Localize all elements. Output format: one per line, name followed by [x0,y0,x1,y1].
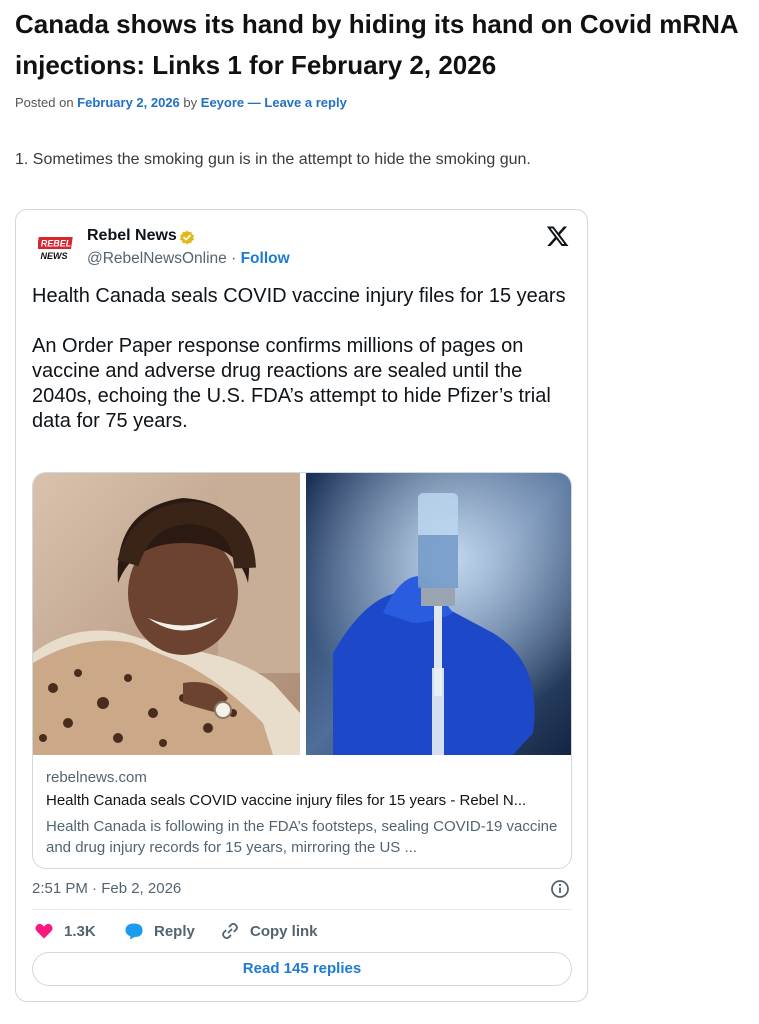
x-logo-icon[interactable] [546,224,570,248]
handle-text[interactable]: @RebelNewsOnline [87,250,227,267]
vaccine-photo [306,473,571,755]
tweet-text: Health Canada seals COVID vaccine injury… [32,284,577,459]
read-replies-button[interactable]: Read 145 replies [32,952,572,986]
svg-text:REBEL: REBEL [41,239,72,249]
by-label: by [183,95,198,110]
post-title: Canada shows its hand by hiding its hand… [15,9,738,80]
reply-label: Reply [154,922,195,940]
copy-link-button[interactable]: Copy link [220,921,318,941]
svg-text:NEWS: NEWS [41,251,68,261]
leave-reply-link[interactable]: Leave a reply [264,95,346,110]
card-domain: rebelnews.com [46,769,147,786]
heart-icon [35,923,53,939]
tweet-author-name[interactable]: Rebel News [87,227,177,245]
tweet-text-headline: Health Canada seals COVID vaccine injury… [32,285,566,307]
posted-on-label: Posted on [15,95,74,110]
like-count: 1.3K [64,922,96,940]
tweet-divider [32,909,572,910]
reply-button[interactable]: Reply [124,921,195,941]
reply-bubble-icon [125,923,143,940]
woman-photo [33,473,300,755]
tweet-text-body: An Order Paper response confirms million… [32,335,551,432]
info-icon[interactable] [550,879,570,899]
embedded-tweet[interactable]: REBEL NEWS Rebel News @RebelNewsOnline ·… [15,209,588,1002]
follow-button[interactable]: Follow [241,250,290,267]
rebel-news-logo[interactable]: REBEL NEWS [38,235,74,263]
card-title: Health Canada seals COVID vaccine injury… [46,792,527,809]
like-button[interactable]: 1.3K [34,921,96,941]
post-paragraph: 1. Sometimes the smoking gun is in the a… [15,151,531,168]
tweet-author-handle: @RebelNewsOnline · Follow [87,250,290,268]
link-preview-card[interactable]: rebelnews.com Health Canada seals COVID … [32,472,572,869]
post-date-link[interactable]: February 2, 2026 [77,95,180,110]
copy-link-label: Copy link [250,922,318,940]
card-images[interactable] [33,473,572,755]
post-meta: Posted on February 2, 2026 by Eeyore — L… [15,95,347,110]
card-description: Health Canada is following in the FDA’s … [46,818,558,856]
link-icon [222,922,238,940]
author-link[interactable]: Eeyore [201,95,244,110]
verified-badge-icon [180,230,194,245]
handle-dot: · [231,250,237,267]
tweet-timestamp[interactable]: 2:51 PM · Feb 2, 2026 [32,880,181,897]
meta-separator: — [247,95,261,110]
